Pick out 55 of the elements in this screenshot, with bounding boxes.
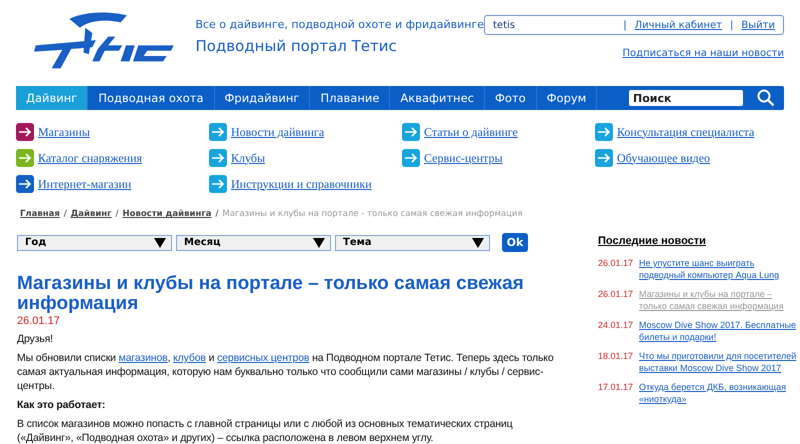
inline-link[interactable]: сервисных центров bbox=[217, 352, 310, 364]
filter-dropdown[interactable]: Тема bbox=[335, 234, 490, 250]
breadcrumb-link[interactable]: Главная bbox=[20, 209, 60, 219]
nav-tab[interactable]: Форум bbox=[536, 86, 598, 110]
category-link[interactable]: Каталог снаряжения bbox=[38, 150, 142, 166]
search-field[interactable]: Поиск bbox=[629, 90, 743, 106]
filter-dropdown[interactable]: Год bbox=[17, 234, 172, 250]
category-link[interactable]: Магазины bbox=[38, 124, 90, 140]
category-link[interactable]: Новости дайвинга bbox=[231, 124, 324, 140]
sidebar-heading: Последние новости bbox=[598, 235, 707, 247]
breadcrumb-separator: / bbox=[116, 209, 118, 219]
subscribe-link[interactable]: Подписаться на наши новости bbox=[622, 48, 784, 59]
account-link[interactable]: Личный кабинет bbox=[634, 20, 722, 30]
news-link[interactable]: Откуда берется ДКБ, возникающая «ниоткуда» bbox=[639, 381, 798, 405]
news-link[interactable]: Не упустите шанс выиграть подводный компьютер Aqua Lung bbox=[639, 257, 798, 281]
news-link[interactable]: Moscow Dive Show 2017. Бесплатные билеты и подарки! bbox=[639, 319, 798, 343]
breadcrumb-link[interactable]: Дайвинг bbox=[70, 209, 112, 219]
site-title: Подводный портал Тетис bbox=[195, 37, 398, 55]
separator: | bbox=[730, 20, 734, 30]
category-link[interactable]: Статьи о дайвинге bbox=[424, 124, 518, 140]
category-link[interactable]: Интернет-магазин bbox=[38, 176, 132, 192]
filter-dropdown[interactable]: Месяц bbox=[176, 234, 331, 250]
nav-tab[interactable]: Плавание bbox=[310, 86, 390, 110]
breadcrumb-separator: / bbox=[64, 209, 67, 219]
nav-tab[interactable]: Фридайвинг bbox=[214, 86, 310, 110]
nav-tab[interactable]: Аквафитнес bbox=[390, 86, 485, 110]
inline-link[interactable]: клубов bbox=[173, 352, 206, 364]
news-date: 26.01.17 bbox=[598, 257, 634, 270]
separator: | bbox=[623, 20, 627, 30]
breadcrumb-separator: / bbox=[216, 209, 218, 219]
article-title: Магазины и клубы на портале – только самая свежая информация bbox=[17, 274, 525, 314]
article-paragraph: Мы обновили списки магазинов, клубов и сервисных центров на Подводном портале Тетис. Теперь здесь только самая актуальная информация, которую нам буквально только что сообщили сами магазины / клубы / сервис-центры. bbox=[17, 351, 555, 393]
username: tetis bbox=[493, 20, 515, 30]
category-link[interactable]: Инструкции и справочники bbox=[231, 176, 372, 192]
article-paragraph: В список магазинов можно попасть с главной страницы или с любой из основных тематических страниц («Дайвинг», «Подводная охота» и других) – ссылка расположена в левом верхнем углу. bbox=[17, 417, 514, 444]
news-date: 26.01.17 bbox=[598, 288, 634, 301]
category-link[interactable]: Клубы bbox=[231, 150, 266, 166]
nav-tab[interactable]: Подводная охота bbox=[88, 86, 214, 110]
ok-button[interactable]: Ok bbox=[502, 233, 528, 252]
site-tagline: Все о дайвинге, подводной охоте и фридайвинге bbox=[195, 18, 484, 31]
breadcrumb-current: Магазины и клубы на портале - только самая свежая информация bbox=[222, 209, 523, 219]
article-date: 26.01.17 bbox=[17, 315, 61, 327]
news-date: 17.01.17 bbox=[598, 381, 634, 394]
inline-link[interactable]: магазинов bbox=[118, 352, 168, 364]
nav-tab[interactable]: Фото bbox=[484, 86, 537, 110]
breadcrumb-link[interactable]: Новости дайвинга bbox=[122, 209, 212, 219]
category-link[interactable]: Сервис-центры bbox=[424, 150, 503, 166]
account-link[interactable]: Выйти bbox=[741, 20, 775, 30]
category-link[interactable]: Обучающее видео bbox=[617, 150, 710, 166]
news-link[interactable]: Что мы приготовили для посетителей выставки Moscow Dive Show 2017 bbox=[639, 350, 798, 374]
subheading: Как это работает: bbox=[17, 398, 106, 412]
greeting-text: Друзья! bbox=[17, 332, 54, 346]
category-link[interactable]: Консультация специалиста bbox=[617, 124, 754, 140]
news-date: 24.01.17 bbox=[598, 319, 634, 332]
news-date: 18.01.17 bbox=[598, 350, 634, 363]
